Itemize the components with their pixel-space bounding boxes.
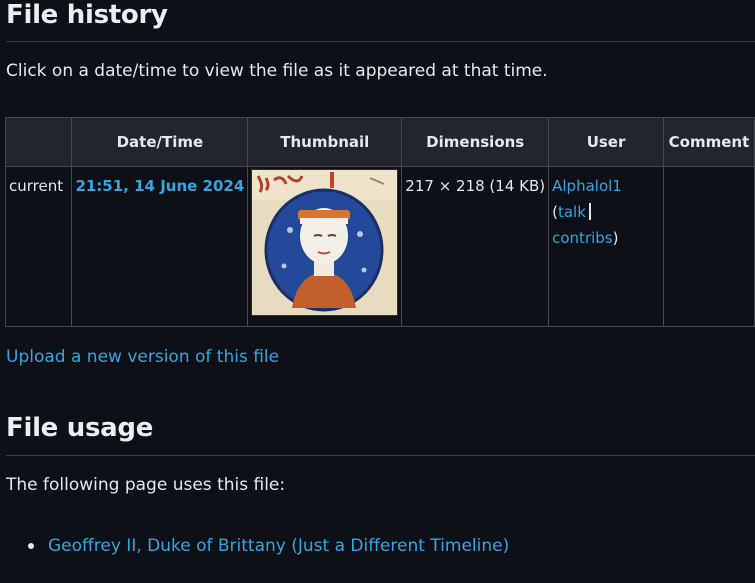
row-dimensions: 217 × 218 (14 KB) — [401, 166, 550, 327]
file-usage-intro: The following page uses this file: — [6, 475, 286, 495]
file-history-table: Date/Time Thumbnail Dimensions User Comm… — [4, 117, 755, 327]
file-history-intro: Click on a date/time to view the file as… — [6, 61, 548, 81]
usage-page-link[interactable]: Geoffrey II, Duke of Brittany (Just a Di… — [48, 536, 509, 556]
file-usage-list: Geoffrey II, Duke of Brittany (Just a Di… — [28, 536, 509, 556]
portrait-thumbnail-icon[interactable] — [251, 169, 399, 316]
link-separator — [588, 203, 591, 220]
col-header-comment: Comment — [662, 117, 755, 167]
section-divider — [6, 455, 755, 456]
col-header-user: User — [548, 117, 664, 167]
file-history-heading: File history — [6, 0, 168, 30]
col-header-status — [4, 117, 73, 167]
file-usage-heading: File usage — [6, 413, 154, 443]
row-thumbnail-cell — [247, 166, 403, 327]
col-header-datetime: Date/Time — [71, 117, 249, 167]
datetime-link[interactable]: 21:51, 14 June 2024 — [75, 177, 244, 195]
row-user-cell: Alphalol1 (talkcontribs) — [548, 166, 664, 327]
table-row: current 21:51, 14 June 2024 217 × 218 (1… — [4, 166, 755, 327]
close-paren: ) — [612, 229, 619, 247]
section-divider — [6, 41, 755, 42]
bullet-icon — [28, 543, 34, 549]
row-datetime-cell: 21:51, 14 June 2024 — [71, 166, 249, 327]
talk-link[interactable]: talk — [558, 203, 586, 221]
col-header-thumbnail: Thumbnail — [247, 117, 403, 167]
table-header-row: Date/Time Thumbnail Dimensions User Comm… — [4, 117, 755, 167]
contribs-link[interactable]: contribs — [552, 229, 612, 247]
user-link[interactable]: Alphalol1 — [552, 177, 622, 195]
upload-new-version-link[interactable]: Upload a new version of this file — [6, 347, 279, 367]
row-comment — [662, 166, 755, 327]
col-header-dimensions: Dimensions — [401, 117, 550, 167]
list-item: Geoffrey II, Duke of Brittany (Just a Di… — [28, 536, 509, 556]
row-status: current — [4, 166, 73, 327]
thumbnail-link[interactable] — [251, 169, 399, 316]
